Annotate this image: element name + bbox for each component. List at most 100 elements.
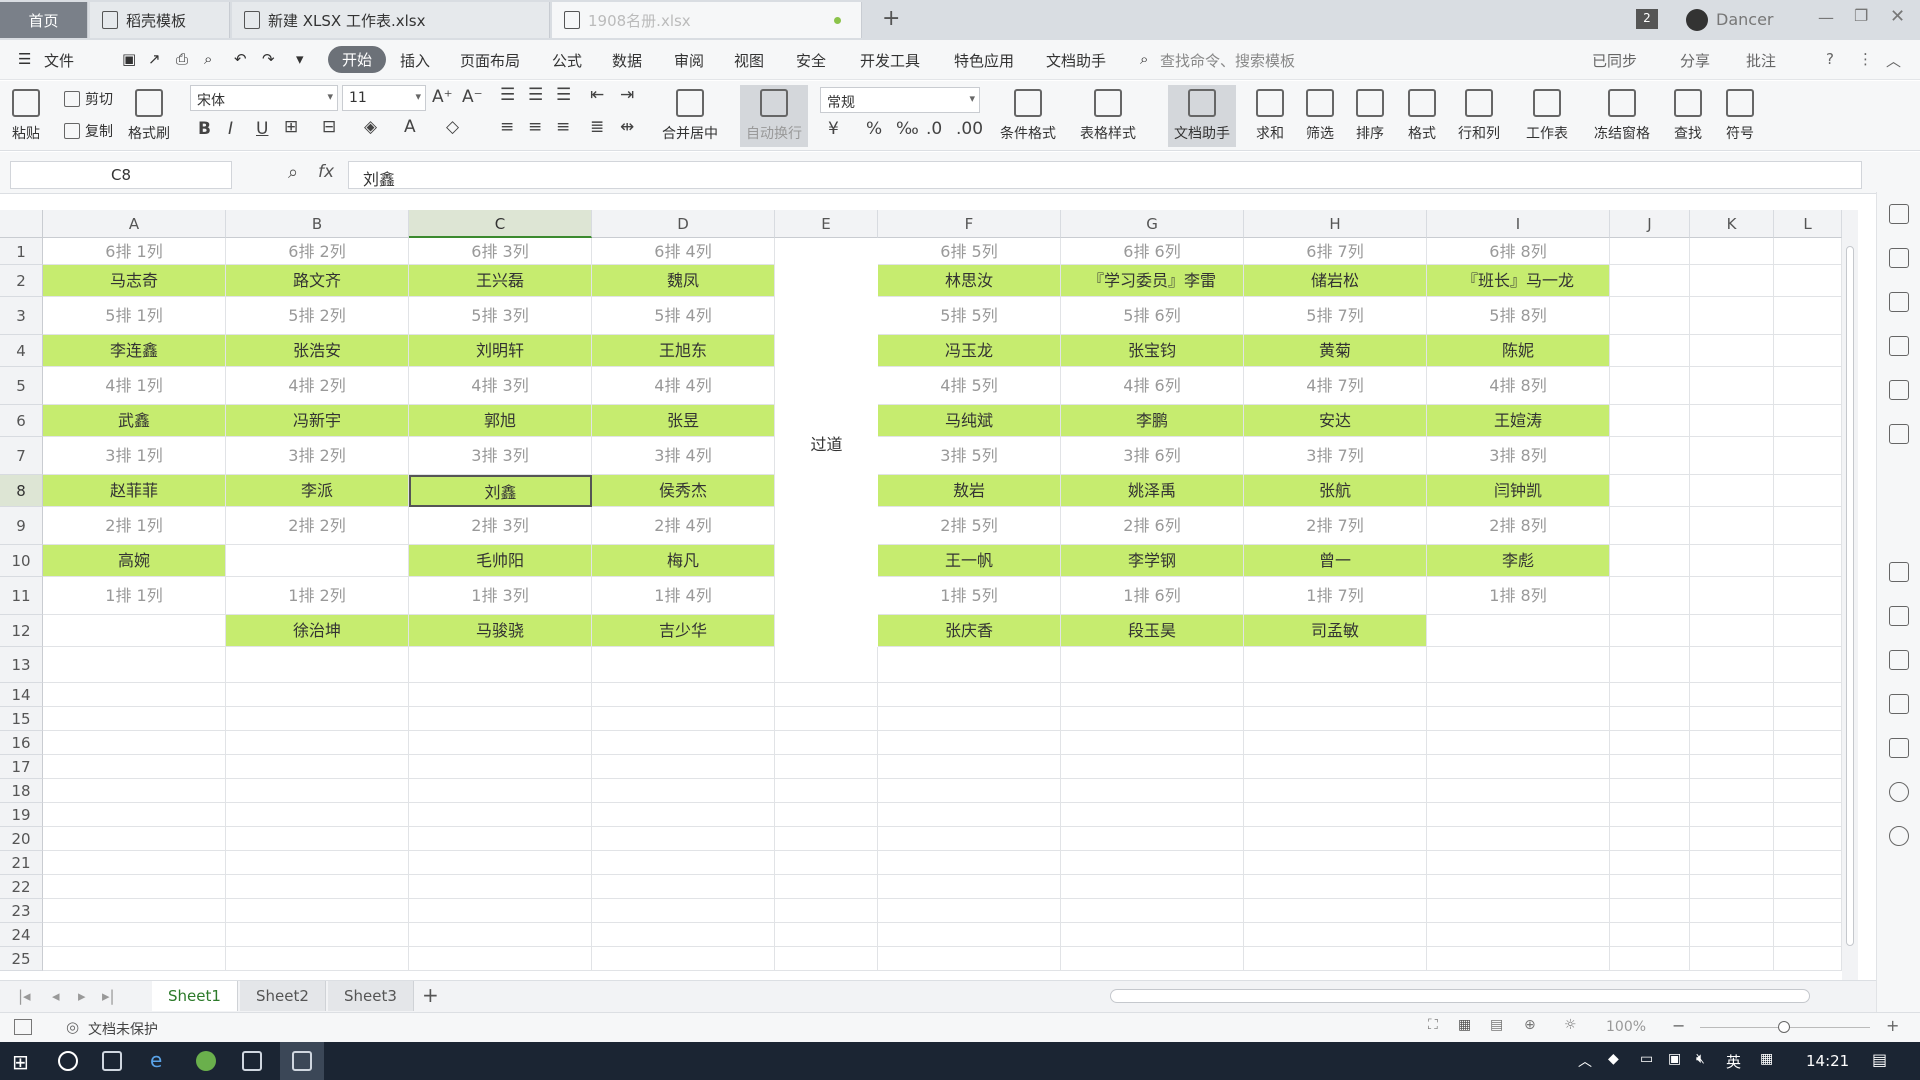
ime-mode-icon[interactable]: ▦ <box>1760 1051 1773 1067</box>
seat-position-cell[interactable]: 3排 8列 <box>1427 437 1610 475</box>
column-header-i[interactable]: I <box>1427 210 1610 238</box>
empty-cell[interactable] <box>1061 683 1244 707</box>
seat-position-cell[interactable]: 4排 4列 <box>592 367 775 405</box>
empty-cell[interactable] <box>1690 899 1774 923</box>
empty-cell[interactable] <box>1610 803 1690 827</box>
empty-cell[interactable] <box>409 851 592 875</box>
empty-cell[interactable] <box>1061 875 1244 899</box>
zoom-in-icon[interactable]: + <box>1886 1016 1899 1035</box>
menu-developer[interactable]: 开发工具 <box>860 50 920 71</box>
student-name-cell[interactable]: 李学钢 <box>1061 545 1244 577</box>
seat-position-cell[interactable]: 1排 6列 <box>1061 577 1244 615</box>
menu-data[interactable]: 数据 <box>612 50 642 71</box>
empty-cell[interactable] <box>1774 731 1842 755</box>
seat-position-cell[interactable]: 5排 7列 <box>1244 297 1427 335</box>
empty-cell[interactable] <box>1610 875 1690 899</box>
empty-cell[interactable] <box>226 827 409 851</box>
empty-cell[interactable] <box>1427 875 1610 899</box>
increase-decimal-icon[interactable]: .0 <box>926 119 942 139</box>
empty-cell[interactable] <box>1610 297 1690 335</box>
empty-cell[interactable] <box>1690 731 1774 755</box>
prev-sheet-icon[interactable]: ◂ <box>52 987 60 1005</box>
empty-cell[interactable] <box>226 851 409 875</box>
student-name-cell[interactable]: 张浩安 <box>226 335 409 367</box>
normal-view-icon[interactable]: ▦ <box>1458 1017 1471 1033</box>
student-name-cell[interactable]: 姚泽禹 <box>1061 475 1244 507</box>
row-header-21[interactable]: 21 <box>0 851 43 875</box>
empty-cell[interactable] <box>1774 779 1842 803</box>
empty-cell[interactable] <box>1244 683 1427 707</box>
seat-position-cell[interactable]: 6排 2列 <box>226 238 409 265</box>
format-button[interactable]: 格式 <box>1408 89 1436 143</box>
empty-cell[interactable] <box>1774 683 1842 707</box>
empty-cell[interactable] <box>1690 615 1774 647</box>
first-sheet-icon[interactable]: |◂ <box>18 987 31 1005</box>
student-name-cell[interactable]: 张昱 <box>592 405 775 437</box>
empty-cell[interactable] <box>1690 577 1774 615</box>
menu-file[interactable]: 文件 <box>44 50 74 71</box>
seat-position-cell[interactable]: 5排 8列 <box>1427 297 1610 335</box>
empty-cell[interactable] <box>409 923 592 947</box>
maximize-icon[interactable]: ❐ <box>1854 6 1868 25</box>
empty-cell[interactable] <box>1774 297 1842 335</box>
symbol-button[interactable]: 符号 <box>1726 89 1754 143</box>
empty-cell[interactable] <box>592 875 775 899</box>
aisle-merged-cell[interactable]: 过道 <box>775 238 878 647</box>
empty-cell[interactable] <box>1610 707 1690 731</box>
empty-cell[interactable] <box>592 899 775 923</box>
empty-cell[interactable] <box>1610 507 1690 545</box>
sheet-tab-1[interactable]: Sheet1 <box>152 981 238 1011</box>
student-name-cell[interactable]: 安达 <box>1244 405 1427 437</box>
student-name-cell[interactable]: 曾一 <box>1244 545 1427 577</box>
horizontal-scrollbar[interactable] <box>1110 989 1810 1003</box>
tab-home[interactable]: 首页 <box>0 2 88 38</box>
empty-cell[interactable] <box>1427 947 1610 971</box>
empty-cell[interactable] <box>1774 899 1842 923</box>
tray-chevron-icon[interactable]: ︿ <box>1578 1051 1592 1071</box>
compass-icon[interactable] <box>1889 738 1909 758</box>
menu-page-layout[interactable]: 页面布局 <box>460 50 520 71</box>
menu-special[interactable]: 特色应用 <box>954 50 1014 71</box>
seat-position-cell[interactable]: 3排 1列 <box>43 437 226 475</box>
increase-font-icon[interactable]: A⁺ <box>432 87 453 107</box>
empty-cell[interactable] <box>592 779 775 803</box>
empty-cell[interactable] <box>1774 507 1842 545</box>
row-header-3[interactable]: 3 <box>0 297 43 335</box>
empty-cell[interactable] <box>1690 367 1774 405</box>
currency-icon[interactable]: ¥ <box>828 119 839 139</box>
share-side-icon[interactable] <box>1889 606 1909 626</box>
seat-position-cell[interactable]: 2排 8列 <box>1427 507 1610 545</box>
font-name-select[interactable]: 宋体 <box>190 85 338 111</box>
empty-cell[interactable] <box>226 779 409 803</box>
empty-cell[interactable] <box>1610 615 1690 647</box>
help-icon[interactable]: ? <box>1826 50 1834 68</box>
empty-cell[interactable] <box>1774 475 1842 507</box>
shapes-icon[interactable] <box>1889 248 1909 268</box>
empty-cell[interactable] <box>1690 647 1774 683</box>
sheet-tab-2[interactable]: Sheet2 <box>240 981 326 1011</box>
protection-status[interactable]: 文档未保护 <box>88 1019 158 1039</box>
italic-icon[interactable]: I <box>228 119 233 139</box>
empty-cell[interactable] <box>1244 899 1427 923</box>
row-header-23[interactable]: 23 <box>0 899 43 923</box>
empty-cell[interactable] <box>1774 545 1842 577</box>
seat-position-cell[interactable]: 1排 3列 <box>409 577 592 615</box>
empty-cell[interactable] <box>1610 899 1690 923</box>
empty-cell[interactable] <box>1690 755 1774 779</box>
decrease-font-icon[interactable]: A⁻ <box>462 87 483 107</box>
empty-cell[interactable] <box>43 755 226 779</box>
page-break-icon[interactable]: ▤ <box>1490 1017 1503 1033</box>
seat-position-cell[interactable]: 2排 7列 <box>1244 507 1427 545</box>
menu-formulas[interactable]: 公式 <box>552 50 582 71</box>
seat-position-cell[interactable]: 3排 3列 <box>409 437 592 475</box>
name-box[interactable]: C8 <box>10 161 232 189</box>
student-name-cell[interactable]: 张庆香 <box>878 615 1061 647</box>
table-icon[interactable] <box>1889 336 1909 356</box>
empty-cell[interactable] <box>1690 405 1774 437</box>
terminal-icon[interactable] <box>242 1051 262 1071</box>
format-painter-button[interactable]: 格式刷 <box>128 89 170 143</box>
empty-cell[interactable] <box>409 647 592 683</box>
sync-status[interactable]: 已同步 <box>1592 50 1637 71</box>
windows-start-icon[interactable]: ⊞ <box>12 1050 29 1074</box>
zoom-formula-icon[interactable]: ⌕ <box>288 162 298 183</box>
